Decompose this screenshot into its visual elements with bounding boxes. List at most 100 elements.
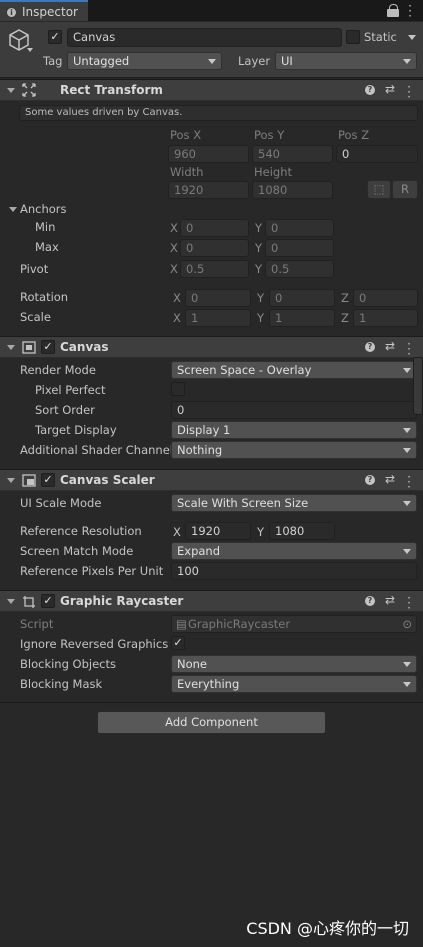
anchors-label: Anchors: [20, 202, 67, 216]
reference-ppu-label: Reference Pixels Per Unit: [20, 564, 164, 578]
presets-icon[interactable]: ⇄: [385, 82, 395, 96]
pos-x-field[interactable]: 960: [168, 145, 249, 163]
script-field[interactable]: ▤ GraphicRaycaster ⊙: [171, 615, 417, 633]
axis-x-label: X: [173, 311, 181, 325]
component-title: Rect Transform: [60, 83, 163, 97]
static-dropdown-arrow-icon[interactable]: [408, 35, 416, 40]
canvas-enabled-checkbox[interactable]: ✓: [41, 340, 55, 354]
graphic-raycaster-header[interactable]: ✓ Graphic Raycaster ? ⇄ · · ·: [0, 590, 423, 614]
reference-resolution-y-field[interactable]: 1080: [269, 522, 335, 540]
active-checkbox[interactable]: ✓: [48, 30, 62, 44]
reference-ppu-field[interactable]: 100: [171, 562, 417, 580]
icon-dropdown-arrow-icon[interactable]: [27, 48, 33, 52]
tab-inspector[interactable]: i Inspector: [0, 0, 88, 21]
tag-dropdown[interactable]: Untagged: [67, 52, 222, 70]
canvas-scaler-enabled-checkbox[interactable]: ✓: [41, 473, 55, 487]
canvas-icon: [22, 341, 36, 354]
pos-x-label: Pos X: [170, 128, 202, 142]
rotation-x-field[interactable]: 0: [185, 289, 251, 307]
reference-resolution-x-field[interactable]: 1920: [185, 522, 251, 540]
presets-icon[interactable]: ⇄: [385, 593, 395, 607]
shader-channel-dropdown[interactable]: Nothing: [171, 441, 417, 459]
presets-icon[interactable]: ⇄: [385, 472, 395, 486]
target-display-dropdown[interactable]: Display 1: [171, 421, 417, 439]
more-options-icon[interactable]: · · ·: [407, 0, 413, 22]
pos-z-field[interactable]: 0: [336, 145, 418, 163]
ignore-reversed-label: Ignore Reversed Graphics: [20, 637, 169, 651]
lock-icon-body: [387, 9, 399, 17]
height-label: Height: [254, 165, 293, 179]
pos-z-label: Pos Z: [338, 128, 370, 142]
axis-y-label: Y: [255, 241, 263, 255]
rotation-label: Rotation: [20, 290, 69, 304]
script-value: GraphicRaycaster: [188, 617, 291, 631]
screen-match-mode-dropdown[interactable]: Expand: [171, 542, 417, 560]
component-title: Canvas Scaler: [60, 473, 155, 487]
foldout-icon[interactable]: [7, 345, 15, 350]
scrollbar-handle[interactable]: [413, 357, 423, 415]
blocking-mask-dropdown[interactable]: Everything: [171, 675, 417, 693]
target-display-label: Target Display: [35, 423, 117, 437]
blueprint-mode-button[interactable]: ⬚: [367, 180, 391, 199]
object-name-field[interactable]: Canvas: [67, 28, 342, 47]
foldout-icon[interactable]: [7, 599, 15, 604]
canvas-scaler-header[interactable]: ✓ Canvas Scaler ? ⇄ · · ·: [0, 469, 423, 493]
anchor-min-y-field[interactable]: 0: [265, 219, 334, 237]
pos-y-field[interactable]: 540: [252, 145, 333, 163]
object-picker-icon[interactable]: ⊙: [402, 616, 412, 632]
scale-z-field[interactable]: 1: [353, 309, 418, 327]
component-menu-icon[interactable]: · · ·: [406, 471, 412, 493]
help-icon[interactable]: ?: [365, 85, 375, 95]
canvas-scaler-icon: [22, 474, 36, 487]
presets-icon[interactable]: ⇄: [385, 339, 395, 353]
scale-label: Scale: [20, 310, 51, 324]
shader-channel-label: Additional Shader Channel: [20, 443, 173, 457]
component-menu-icon[interactable]: · · ·: [406, 592, 412, 614]
max-label: Max: [35, 240, 59, 254]
blocking-objects-label: Blocking Objects: [20, 657, 116, 671]
canvas-component-header[interactable]: ✓ Canvas ? ⇄ · · ·: [0, 336, 423, 360]
static-checkbox[interactable]: [346, 30, 360, 44]
info-icon: i: [7, 8, 16, 17]
pixel-perfect-checkbox[interactable]: [171, 382, 185, 396]
anchors-foldout-icon[interactable]: [9, 207, 17, 212]
component-menu-icon[interactable]: · · ·: [406, 81, 412, 103]
pos-y-label: Pos Y: [254, 128, 285, 142]
render-mode-dropdown[interactable]: Screen Space - Overlay: [171, 361, 417, 379]
rotation-y-field[interactable]: 0: [269, 289, 335, 307]
add-component-button[interactable]: Add Component: [97, 711, 326, 734]
foldout-icon[interactable]: [7, 88, 15, 93]
script-label: Script: [20, 617, 54, 631]
help-icon[interactable]: ?: [365, 475, 375, 485]
layer-dropdown[interactable]: UI: [275, 52, 417, 70]
pivot-y-field[interactable]: 0.5: [265, 260, 334, 278]
width-label: Width: [170, 165, 204, 179]
anchor-min-x-field[interactable]: 0: [180, 219, 249, 237]
width-field[interactable]: 1920: [168, 181, 249, 199]
anchor-max-x-field[interactable]: 0: [180, 239, 249, 257]
ui-scale-mode-dropdown[interactable]: Scale With Screen Size: [171, 494, 417, 512]
script-file-icon: ▤: [176, 617, 187, 631]
rotation-z-field[interactable]: 0: [353, 289, 418, 307]
axis-y-label: Y: [255, 221, 263, 235]
sort-order-field[interactable]: 0: [171, 401, 417, 419]
scale-x-field[interactable]: 1: [185, 309, 251, 327]
rect-transform-icon: [22, 83, 36, 97]
component-menu-icon[interactable]: · · ·: [406, 338, 412, 360]
watermark: CSDN @心疼你的一切: [246, 919, 409, 938]
ui-scale-mode-label: UI Scale Mode: [20, 496, 102, 510]
anchor-max-y-field[interactable]: 0: [265, 239, 334, 257]
height-field[interactable]: 1080: [252, 181, 333, 199]
scale-y-field[interactable]: 1: [269, 309, 335, 327]
raycaster-enabled-checkbox[interactable]: ✓: [41, 594, 55, 608]
raw-edit-button[interactable]: R: [392, 180, 418, 199]
pivot-x-field[interactable]: 0.5: [180, 260, 249, 278]
pivot-label: Pivot: [20, 262, 49, 276]
help-icon[interactable]: ?: [365, 342, 375, 352]
ignore-reversed-checkbox[interactable]: ✓: [171, 636, 185, 650]
rect-transform-header[interactable]: Rect Transform ? ⇄ · · ·: [0, 79, 423, 103]
component-title: Canvas: [60, 340, 109, 354]
blocking-objects-dropdown[interactable]: None: [171, 655, 417, 673]
help-icon[interactable]: ?: [365, 596, 375, 606]
foldout-icon[interactable]: [7, 478, 15, 483]
